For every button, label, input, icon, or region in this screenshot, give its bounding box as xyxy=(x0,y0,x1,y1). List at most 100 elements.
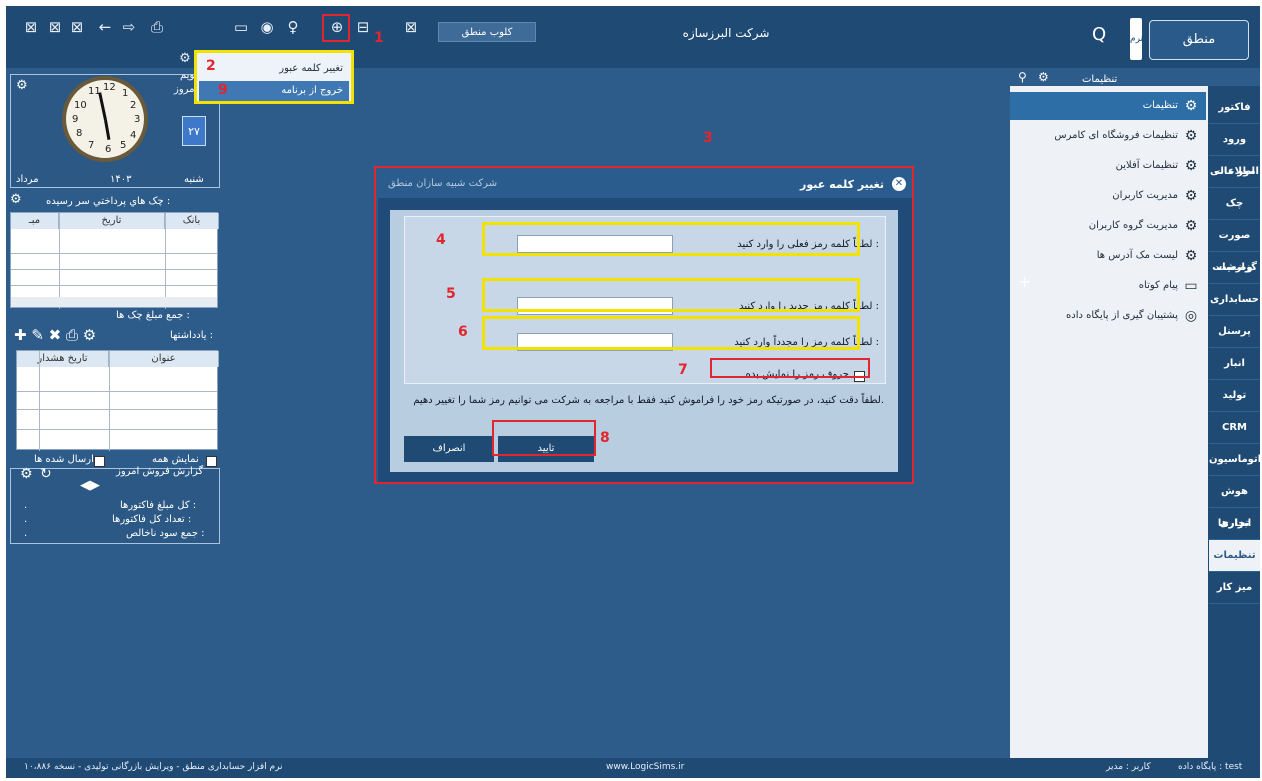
show-all-checkbox[interactable] xyxy=(206,456,217,467)
day-name: شنبه xyxy=(184,174,204,185)
nav-tab-12[interactable]: هوش تجاری xyxy=(1209,476,1260,529)
nav-tab-14[interactable]: تنظیمات xyxy=(1209,540,1260,572)
gears-icon: ⚙ xyxy=(1184,188,1198,204)
settings-item-sms[interactable]: پیام کوتاه ▭ xyxy=(1010,272,1206,300)
app-title: شرکت البرزسازه xyxy=(682,26,770,40)
club-button[interactable]: کلوب منطق xyxy=(438,22,536,42)
pin-icon[interactable]: ⚲ xyxy=(1018,70,1027,84)
nav-tab-10[interactable]: CRM xyxy=(1209,412,1260,444)
settings-item-mac-list[interactable]: لیست مک آدرس ها ⚙ xyxy=(1010,242,1206,270)
nav-tab-3[interactable]: چک xyxy=(1209,188,1260,220)
status-website[interactable]: www.LogicSims.ir xyxy=(606,762,684,772)
horizontal-scrollbar[interactable] xyxy=(11,297,217,307)
arrow-right-icon[interactable]: ⇨ xyxy=(120,18,138,36)
annotation-box-8 xyxy=(492,420,596,456)
cheques-title: چک هاي پرداختي سر رسيده : xyxy=(46,196,171,207)
year: ۱۴۰۳ xyxy=(110,174,132,185)
nav-tab-8[interactable]: انبار xyxy=(1209,348,1260,380)
gears-icon: ⚙ xyxy=(1184,248,1198,264)
grid-icon[interactable]: ⊠ xyxy=(22,18,40,36)
grid-icon[interactable]: ⊠ xyxy=(68,18,86,36)
annotation-box-7 xyxy=(710,358,870,378)
monitor-icon[interactable]: ▭ xyxy=(232,18,250,36)
nav-tab-4[interactable]: صورت وضعیت xyxy=(1209,220,1260,273)
annotation-5: 5 xyxy=(446,286,456,302)
notes-table[interactable]: عنوان تاريخ هشدار xyxy=(16,350,219,451)
sent-checkbox[interactable] xyxy=(94,456,105,467)
col-header-amount[interactable]: مبـ xyxy=(11,213,59,229)
status-database: پایگاه داده : test xyxy=(1178,762,1243,772)
nav-tab-7[interactable]: پرسنل xyxy=(1209,316,1260,348)
settings-item-offline[interactable]: تنظیمات آفلاین ⚙ xyxy=(1010,152,1206,180)
nav-tab-0[interactable]: فاکتور xyxy=(1209,92,1260,124)
sales-total-amount-value: . xyxy=(24,500,28,511)
gear-icon[interactable]: ⚙ xyxy=(20,466,33,482)
nav-tab-1[interactable]: ورود اطلاعات xyxy=(1209,124,1260,177)
nav-tab-9[interactable]: تولید xyxy=(1209,380,1260,412)
grid-icon[interactable]: ⊠ xyxy=(46,18,64,36)
sales-invoice-count-label: تعداد کل فاکتورها : xyxy=(112,514,192,525)
settings-item-user-groups[interactable]: مدیریت گروه کاربران ⚙ xyxy=(1010,212,1206,240)
month-name: مرداد xyxy=(16,174,39,185)
annotation-1: 1 xyxy=(374,30,384,46)
col-header-bank[interactable]: بانک xyxy=(165,213,219,229)
annotation-box-4 xyxy=(482,222,860,256)
annotation-3: 3 xyxy=(703,130,713,146)
annotation-box-5 xyxy=(482,278,860,312)
logo: منطق xyxy=(1149,20,1249,60)
logo-strip: نرم افزار xyxy=(1130,18,1149,86)
settings-header: ⚲ ⚙ تنظیمات xyxy=(1010,68,1208,88)
settings-header-title: تنظیمات xyxy=(1082,74,1118,85)
notes-title: يادداشتها : xyxy=(170,330,214,341)
export-icon[interactable]: ⊠ xyxy=(402,18,420,36)
settings-item-ecommerce[interactable]: تنظیمات فروشگاه ای کامرس ⚙ xyxy=(1010,122,1206,150)
gear-icon[interactable]: ⚙ xyxy=(16,78,28,93)
annotation-box-1 xyxy=(322,14,350,42)
nav-tab-15[interactable]: میز کار xyxy=(1209,572,1260,604)
printer-icon[interactable]: ⎙ xyxy=(148,18,166,36)
settings-item-users[interactable]: مدیریت کاربران ⚙ xyxy=(1010,182,1206,210)
settings-item-backup[interactable]: پشتیبان گیری از پایگاه داده ◎ xyxy=(1010,302,1206,330)
annotation-box-6 xyxy=(482,316,860,350)
gear-icon[interactable]: ⚙ xyxy=(176,50,194,68)
nav-tab-6[interactable]: حسابداری xyxy=(1209,284,1260,316)
day-number: ۲۷ xyxy=(182,116,206,146)
col-header-title[interactable]: عنوان xyxy=(109,351,219,367)
status-version: نرم افزار حسابداری منطق - ویرایش بازرگان… xyxy=(24,762,283,772)
status-user: کاربر : مدیر xyxy=(1106,762,1151,772)
settings-item-settings[interactable]: تنظیمات ⚙ xyxy=(1010,92,1206,120)
backup-icon: ◎ xyxy=(1184,308,1198,324)
nav-tab-13[interactable]: ابزارها xyxy=(1209,508,1260,540)
chat-icon: ▭ xyxy=(1184,278,1198,294)
plus-icon[interactable]: + xyxy=(1018,272,1031,291)
nav-tab-11[interactable]: اتوماسیون xyxy=(1209,444,1260,476)
prev-next-icons[interactable]: ◀▶ xyxy=(80,478,100,493)
col-header-alert-date[interactable]: تاريخ هشدار xyxy=(17,351,109,367)
cheques-table[interactable]: بانک تاريخ مبـ xyxy=(10,212,219,309)
sales-gross-profit-value: . xyxy=(24,528,28,539)
notes-toolbar-icons[interactable]: ✚ ✎ ✖ ⎙ ⚙ xyxy=(14,326,96,344)
nav-tab-5[interactable]: گزارشات xyxy=(1209,252,1260,284)
gear-icon: ⚙ xyxy=(1184,158,1198,174)
gamepad-icon[interactable]: ◉ xyxy=(258,18,276,36)
database-icon[interactable]: ⊟ xyxy=(354,18,372,36)
cheques-total-label: جمع مبلغ چک ها : xyxy=(116,310,190,321)
refresh-icon[interactable]: ↻ xyxy=(40,466,52,482)
col-header-date[interactable]: تاريخ xyxy=(59,213,165,229)
annotation-8: 8 xyxy=(600,430,610,446)
app-window: ⊠ ⊠ ⊠ ← ⇨ ⎙ ▭ ◉ ♀ ⊕ ⊟ ⊠ کلوب منطق شرکت ا… xyxy=(6,6,1260,778)
clock-widget: 12 3 6 9 11 1 2 4 5 7 8 10 xyxy=(62,76,148,162)
sales-gross-profit-label: جمع سود ناخالص : xyxy=(126,528,205,539)
gear-icon: ⚙ xyxy=(1184,98,1198,114)
nav-tab-2[interactable]: امور مالی xyxy=(1209,156,1260,188)
gear-icon[interactable]: ⚙ xyxy=(1038,70,1049,84)
bulb-icon[interactable]: ♀ xyxy=(284,18,302,36)
arrow-left-icon[interactable]: ← xyxy=(96,18,114,36)
search-icon[interactable]: Q xyxy=(1092,24,1106,45)
status-bar: نرم افزار حسابداری منطق - ویرایش بازرگان… xyxy=(6,758,1260,778)
sales-title: گزارش فروش امروز xyxy=(116,466,204,477)
annotation-7: 7 xyxy=(678,362,688,378)
gear-icon[interactable]: ⚙ xyxy=(10,192,22,207)
annotation-2: 2 xyxy=(206,58,216,74)
show-all-label: نمايش همه xyxy=(152,454,199,465)
